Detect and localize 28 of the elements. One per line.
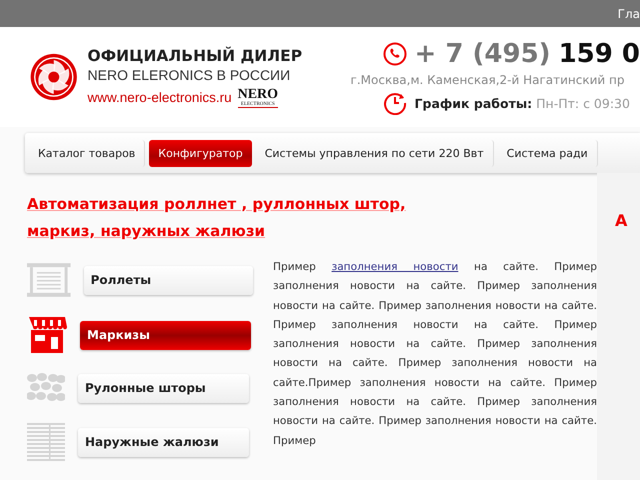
category-button[interactable]: Наружные жалюзи — [78, 428, 249, 456]
phone-code: + 7 (495) — [414, 39, 551, 69]
brand-name: NERO — [238, 88, 278, 102]
page-heading: Автоматизация роллнет , руллонных штор, маркиз, наружных жалюзи — [27, 194, 407, 242]
category-button[interactable]: Маркизы — [80, 320, 251, 350]
dealer-title: ОФИЦИАЛЬНЫЙ ДИЛЕР — [88, 46, 304, 64]
nav-item[interactable]: Система ради — [498, 140, 598, 166]
category-button[interactable]: Рулонные шторы — [78, 374, 249, 402]
phone-icon — [382, 42, 407, 66]
nav-item[interactable]: Конфигуратор — [149, 140, 252, 166]
shop-awning-icon — [27, 317, 67, 353]
category-button[interactable]: Роллеты — [84, 266, 253, 294]
nav-item[interactable]: Каталог товаров — [29, 140, 146, 166]
nav-item[interactable]: Системы управления по сети 220 Ввт — [256, 140, 494, 166]
top-menu-link[interactable]: Гла — [618, 6, 640, 20]
roller-shutter-icon — [27, 263, 71, 297]
address-text: г.Москва,м. Каменская,2-й Нагатинский пр — [350, 73, 624, 87]
stone-pattern-icon — [27, 373, 65, 403]
hours-label: График работы: — [414, 96, 532, 110]
dealer-subtitle: NERO ELERONICS В РОССИИ — [88, 66, 292, 82]
side-heading: А — [615, 211, 628, 230]
article-link[interactable]: заполнения новости — [332, 261, 458, 273]
jalousie-blind-icon — [27, 423, 65, 461]
hours-text: Пн-Пт: с 09:30 — [536, 96, 630, 110]
phone-number: 159 0 — [558, 39, 640, 69]
article-text: Пример заполнения новости на сайте. Пример заполнения новости на сайте. Пример заполнения новости на сайте. Пример заполнения новости на сайте. Пример заполнения новости на сайте. Пример заполнения новости на сайте. Пример заполнения новости на сайте. Пример заполнения новости на сайте.Пример заполнения новости на сайте. Пример заполнения новости на сайте. Пример заполнения новости на сайте. Пример заполнения новости на сайте. Пример — [273, 260, 597, 449]
website-link[interactable]: www.nero-electronics.ru — [88, 90, 232, 105]
clock-icon — [382, 91, 407, 115]
